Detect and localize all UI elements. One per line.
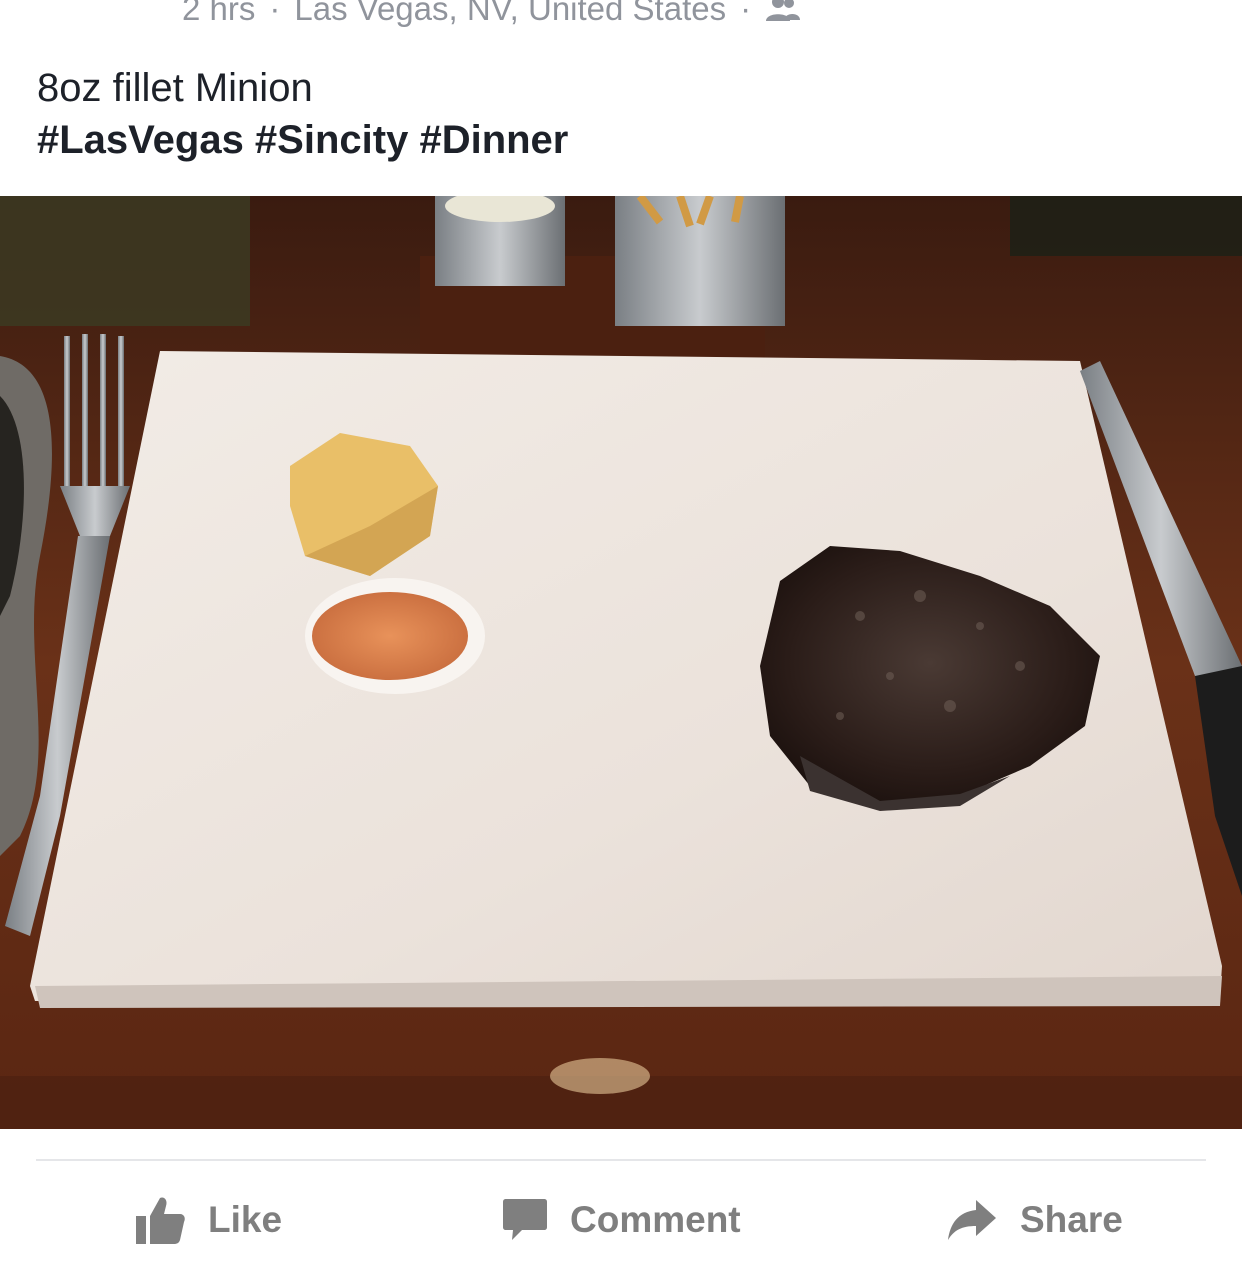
post-photo[interactable] [0,196,1242,1129]
actions-divider [36,1159,1206,1161]
post-location[interactable]: Las Vegas, NV, United States [294,0,726,28]
share-arrow-icon [948,1200,996,1240]
like-label: Like [208,1199,283,1240]
meta-separator-2: · [740,0,752,27]
meta-separator: · [269,0,281,27]
post-meta: 2 hrs · Las Vegas, NV, United States · [182,0,801,28]
comment-button[interactable]: Comment [502,1185,741,1255]
like-button[interactable]: Like [134,1185,282,1255]
friends-icon[interactable] [765,0,801,24]
thumbs-up-icon [136,1197,185,1244]
steak-dinner-photo [0,196,1242,1129]
post-caption: 8oz fillet Minion [37,66,313,110]
post-time[interactable]: 2 hrs [182,0,255,28]
share-button[interactable]: Share [946,1185,1123,1255]
post-hashtags[interactable]: #LasVegas #Sincity #Dinner [37,114,568,166]
speech-bubble-icon [503,1199,547,1240]
share-label: Share [1020,1199,1123,1240]
post-actions: Like Comment Share [0,1185,1242,1255]
comment-label: Comment [570,1199,741,1240]
